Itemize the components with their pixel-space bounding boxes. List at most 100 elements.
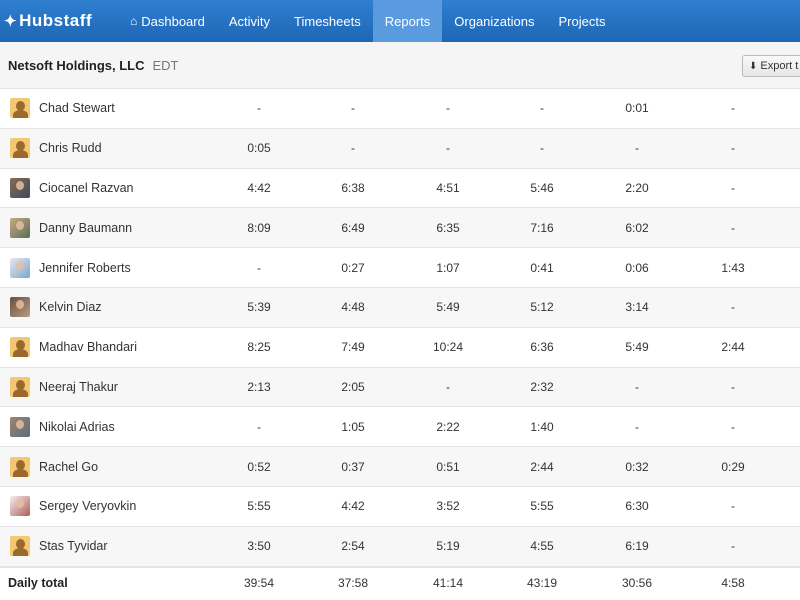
member-name[interactable]: Chris Rudd: [39, 141, 239, 155]
time-cell: 2:44: [530, 459, 554, 474]
brand-logo[interactable]: ✦ Hubstaff: [0, 11, 118, 31]
time-cell: 6:35: [436, 220, 460, 235]
time-cell: 6:36: [530, 340, 554, 355]
table-row[interactable]: Stas Tyvidar 3:50 2:54 5:19 4:55 6:19 -: [0, 526, 800, 567]
table-row[interactable]: Sergey Veryovkin 5:55 4:42 3:52 5:55 6:30 -: [0, 487, 800, 527]
member-name[interactable]: Danny Baumann: [39, 221, 239, 235]
member-name[interactable]: Kelvin Diaz: [39, 300, 239, 314]
time-cell: 5:19: [436, 539, 460, 554]
time-cell: -: [446, 101, 450, 116]
time-cell: 2:44: [721, 340, 745, 355]
time-cell: -: [257, 419, 261, 434]
nav-activity-label: Activity: [228, 13, 271, 29]
export-button[interactable]: ⬇ Export t: [742, 55, 800, 77]
time-cell: 2:20: [625, 180, 649, 195]
member-name[interactable]: Madhav Bhandari: [39, 340, 239, 354]
time-cell: 6:02: [625, 220, 649, 235]
daily-total-value: 41:14: [432, 575, 464, 590]
nav-dashboard[interactable]: ⌂ Dashboard: [118, 0, 217, 42]
time-cell: -: [731, 101, 735, 116]
organization-name: Netsoft Holdings, LLC: [8, 57, 145, 73]
daily-total-label: Daily total: [8, 575, 68, 590]
time-cell: 1:40: [530, 419, 554, 434]
table-row[interactable]: Madhav Bhandari 8:25 7:49 10:24 6:36 5:49 2:44: [0, 328, 800, 368]
avatar: [10, 416, 30, 437]
member-name[interactable]: Chad Stewart: [39, 101, 239, 115]
time-cell: 0:27: [341, 260, 365, 275]
download-icon: ⬇: [749, 60, 758, 72]
time-cell: 7:16: [530, 220, 554, 235]
member-name[interactable]: Nikolai Adrias: [39, 420, 239, 434]
member-name[interactable]: Jennifer Roberts: [39, 261, 239, 275]
time-cell: -: [731, 419, 735, 434]
table-row[interactable]: Danny Baumann 8:09 6:49 6:35 7:16 6:02 -: [0, 208, 800, 249]
time-cell: 0:29: [721, 459, 745, 474]
avatar: [10, 98, 30, 119]
time-cell: 1:07: [436, 260, 460, 275]
time-cell: -: [351, 141, 355, 156]
table-row[interactable]: Nikolai Adrias - 1:05 2:22 1:40 - -: [0, 407, 800, 448]
time-cell: -: [731, 539, 735, 554]
avatar: [10, 217, 30, 238]
nav-activity[interactable]: Activity: [217, 0, 282, 42]
time-cell: 1:05: [341, 419, 365, 434]
table-row[interactable]: Rachel Go 0:52 0:37 0:51 2:44 0:32 0:29: [0, 447, 800, 487]
member-time-table: Chad Stewart - - - - 0:01 - Chris Rudd 0:05 - - - - -…: [0, 89, 800, 567]
time-cell: 5:39: [247, 300, 271, 315]
avatar: [10, 138, 30, 159]
avatar: [10, 456, 30, 477]
table-row[interactable]: Jennifer Roberts - 0:27 1:07 0:41 0:06 1:43: [0, 248, 800, 288]
table-row[interactable]: Chad Stewart - - - - 0:01 -: [0, 89, 800, 129]
table-row[interactable]: Kelvin Diaz 5:39 4:48 5:49 5:12 3:14 -: [0, 287, 800, 328]
time-cell: 0:01: [625, 101, 649, 116]
nav-organizations-label: Organizations: [454, 13, 535, 29]
time-cell: 5:46: [530, 180, 554, 195]
time-cell: 0:52: [247, 459, 271, 474]
member-name[interactable]: Rachel Go: [39, 460, 239, 474]
time-cell: 5:55: [530, 499, 554, 514]
table-row[interactable]: Neeraj Thakur 2:13 2:05 - 2:32 - -: [0, 367, 800, 408]
nav-organizations[interactable]: Organizations: [442, 0, 546, 42]
nav-reports[interactable]: Reports: [372, 0, 443, 42]
daily-total-value: 4:58: [721, 575, 745, 590]
time-cell: 7:49: [341, 340, 365, 355]
time-cell: 2:22: [436, 419, 460, 434]
nav-timesheets[interactable]: Timesheets: [282, 0, 373, 42]
table-row[interactable]: Ciocanel Razvan 4:42 6:38 4:51 5:46 2:20 -: [0, 169, 800, 209]
nav-projects-label: Projects: [558, 13, 606, 29]
time-cell: -: [635, 141, 639, 156]
nav-projects[interactable]: Projects: [547, 0, 618, 42]
time-cell: 0:05: [247, 141, 271, 156]
time-cell: 1:43: [721, 260, 745, 275]
time-cell: 0:32: [625, 459, 649, 474]
avatar: [10, 257, 30, 278]
daily-total-value: 39:54: [243, 575, 275, 590]
member-name[interactable]: Neeraj Thakur: [39, 380, 239, 394]
hubstaff-logo-icon: ✦: [4, 13, 18, 30]
time-cell: 8:09: [247, 220, 271, 235]
export-button-label: Export t: [760, 60, 799, 72]
member-name[interactable]: Stas Tyvidar: [39, 539, 239, 553]
time-cell: -: [731, 499, 735, 514]
time-cell: 5:55: [247, 499, 271, 514]
top-navbar: ✦ Hubstaff ⌂ Dashboard Activity Timeshee…: [0, 0, 800, 42]
time-cell: 8:25: [247, 340, 271, 355]
time-cell: 0:51: [436, 459, 460, 474]
table-row[interactable]: Chris Rudd 0:05 - - - - -: [0, 128, 800, 169]
time-cell: 4:48: [341, 300, 365, 315]
avatar: [10, 297, 30, 318]
time-cell: 6:19: [625, 539, 649, 554]
brand-name: Hubstaff: [19, 11, 93, 30]
time-cell: 3:14: [625, 300, 649, 315]
daily-total-row: Daily total 39:54 37:58 41:14 43:19 30:5…: [0, 566, 800, 598]
member-name[interactable]: Ciocanel Razvan: [39, 181, 239, 195]
nav-reports-label: Reports: [384, 13, 431, 29]
member-name[interactable]: Sergey Veryovkin: [39, 499, 239, 513]
time-cell: 4:42: [247, 180, 271, 195]
home-icon: ⌂: [130, 14, 138, 28]
time-cell: 0:06: [625, 260, 649, 275]
time-cell: 2:32: [530, 379, 554, 394]
time-cell: 2:05: [341, 379, 365, 394]
time-cell: 6:38: [341, 180, 365, 195]
main-nav: ⌂ Dashboard Activity Timesheets Reports …: [118, 0, 617, 42]
